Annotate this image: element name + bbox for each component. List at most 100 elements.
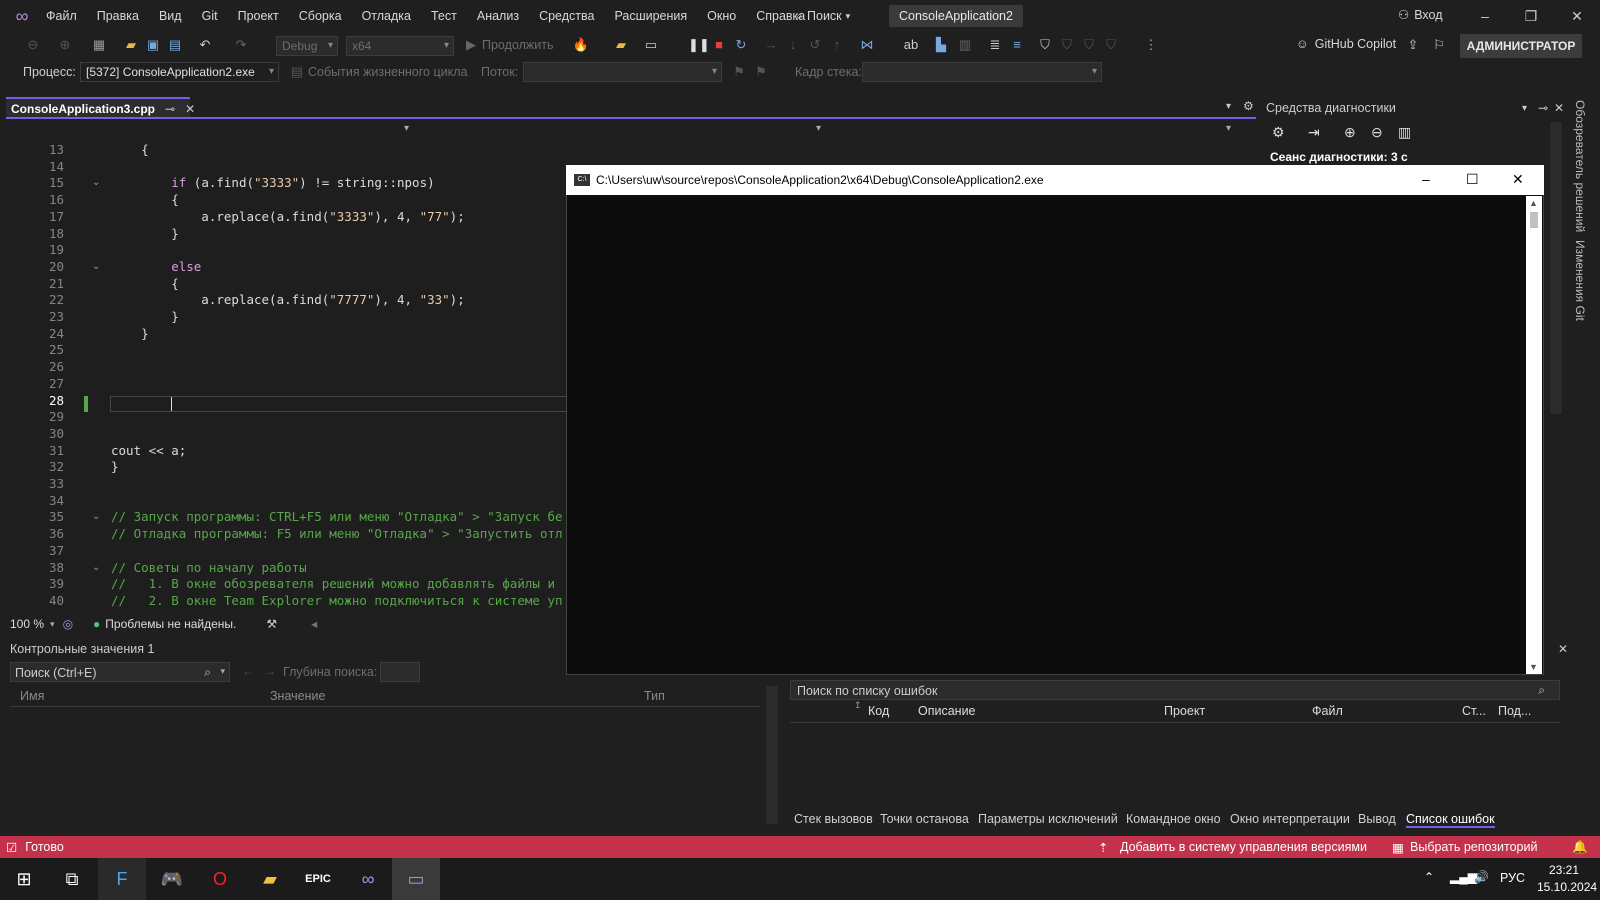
new-project-icon[interactable]: ▦ xyxy=(90,36,108,54)
tab-command-window[interactable]: Командное окно xyxy=(1126,812,1221,826)
feedback-icon[interactable]: ⚐ xyxy=(1430,36,1448,54)
diagnostics-icon[interactable]: ⋈ xyxy=(858,36,876,54)
hex-icon[interactable]: ab xyxy=(902,36,920,54)
step-into-icon[interactable]: ↓ xyxy=(784,36,802,54)
code-line[interactable]: { xyxy=(111,192,179,207)
open-folder-icon[interactable]: ▰ xyxy=(122,36,140,54)
code-line[interactable]: } xyxy=(111,309,179,324)
clock-time[interactable]: 23:21 xyxy=(1549,863,1579,877)
bookmark-next-icon[interactable]: ⛉ xyxy=(1080,36,1098,54)
language-indicator[interactable]: РУС xyxy=(1500,871,1525,885)
diagnostics-scrollbar[interactable] xyxy=(1550,122,1562,414)
code-line[interactable]: // Советы по началу работы xyxy=(111,560,307,575)
pin-icon[interactable]: ⊸ xyxy=(165,102,175,116)
step-out-icon[interactable]: ↑ xyxy=(828,36,846,54)
code-line[interactable]: a.replace(a.find("3333"), 4, "77"); xyxy=(111,209,464,224)
save-all-icon[interactable]: ▤ xyxy=(166,36,184,54)
pause-icon[interactable]: ❚❚ xyxy=(688,36,710,54)
code-line[interactable]: if (a.find("3333") != string::npos) xyxy=(111,175,434,190)
search-depth-dropdown[interactable] xyxy=(380,662,420,682)
tab-list-dropdown-icon[interactable]: ▾ xyxy=(1226,101,1231,112)
solution-explorer-tab[interactable]: Обозреватель решений xyxy=(1573,100,1587,232)
notification-icon[interactable]: 🔔 xyxy=(1572,840,1588,855)
watch-scrollbar[interactable] xyxy=(766,686,778,824)
diagnostics-menu-icon[interactable]: ▾ xyxy=(1522,103,1527,114)
restart-icon[interactable]: ↻ xyxy=(732,36,750,54)
zoom-dropdown-icon[interactable]: ▾ xyxy=(50,619,55,630)
git-changes-tab[interactable]: Изменения Git xyxy=(1573,240,1587,321)
code-line[interactable]: // 2. В окне Team Explorer можно подключ… xyxy=(111,593,563,608)
scroll-left-icon[interactable]: ◂ xyxy=(311,617,317,631)
gamepad-icon[interactable]: 🎮 xyxy=(148,858,196,900)
member-dropdown-icon[interactable]: ▾ xyxy=(816,123,821,134)
app-f-icon[interactable]: F xyxy=(98,858,146,900)
console-task-icon[interactable]: ▭ xyxy=(392,858,440,900)
bookmark-clear-icon[interactable]: ⛉ xyxy=(1102,36,1120,54)
sort-icon[interactable]: ↥ xyxy=(854,700,862,711)
save-icon[interactable]: ▣ xyxy=(144,36,162,54)
bookmark-icon[interactable]: ⛉ xyxy=(1036,36,1054,54)
close-panel-icon[interactable]: ✕ xyxy=(1554,101,1564,115)
volume-icon[interactable]: 🔊 xyxy=(1474,870,1489,884)
menu-window[interactable]: Окно xyxy=(697,0,746,32)
copilot-button[interactable]: ☺ GitHub Copilot xyxy=(1296,37,1396,51)
restore-button[interactable]: ❐ xyxy=(1508,0,1554,32)
scope-dropdown-icon[interactable]: ▾ xyxy=(404,123,409,134)
doc-tab-consoleapplication3[interactable]: ConsoleApplication3.cpp ⊸ ✕ xyxy=(6,97,195,117)
overflow-icon[interactable]: ⋮ xyxy=(1142,36,1160,54)
opera-icon[interactable]: O xyxy=(196,858,244,900)
config-dropdown[interactable]: Debug xyxy=(276,36,338,56)
back-icon[interactable]: ⊖ xyxy=(24,36,42,54)
menu-file[interactable]: Файл xyxy=(36,0,87,32)
nav-dropdown-icon[interactable]: ▾ xyxy=(1226,123,1231,134)
play-icon[interactable]: ▶ xyxy=(462,36,480,54)
visual-studio-icon[interactable]: ∞ xyxy=(344,858,392,900)
console-minimize-button[interactable]: – xyxy=(1422,171,1430,187)
clock-date[interactable]: 15.10.2024 xyxy=(1537,880,1597,894)
share-icon[interactable]: ⇪ xyxy=(1404,36,1422,54)
error-search-input[interactable]: Поиск по списку ошибок ⌕ xyxy=(790,680,1560,700)
task-view-icon[interactable]: ⧉ xyxy=(48,858,96,900)
scroll-down-icon[interactable]: ▼ xyxy=(1529,662,1538,672)
forward-icon[interactable]: ⊕ xyxy=(56,36,74,54)
console-window[interactable] xyxy=(566,165,1544,675)
menu-analyze[interactable]: Анализ xyxy=(467,0,529,32)
code-line[interactable]: cout << a; xyxy=(111,443,186,458)
process-dropdown[interactable]: [5372] ConsoleApplication2.exe xyxy=(80,62,279,82)
select-repo-button[interactable]: Выбрать репозиторий xyxy=(1410,840,1537,854)
tab-output[interactable]: Вывод xyxy=(1358,812,1396,826)
export-icon[interactable]: ⇥ xyxy=(1308,124,1320,141)
minimize-button[interactable]: – xyxy=(1462,0,1508,32)
thread-dropdown[interactable] xyxy=(523,62,722,82)
scroll-thumb[interactable] xyxy=(1530,212,1538,228)
flag-icon[interactable]: ⚑ xyxy=(730,63,748,81)
window-layout-icon[interactable]: ▭ xyxy=(642,36,660,54)
menu-edit[interactable]: Правка xyxy=(87,0,149,32)
menu-debug[interactable]: Отладка xyxy=(352,0,421,32)
redo-icon[interactable]: ↷ xyxy=(232,36,250,54)
threads-icon[interactable]: ▥ xyxy=(956,36,974,54)
tab-call-stack[interactable]: Стек вызовов xyxy=(794,812,873,826)
code-line[interactable]: // 1. В окне обозревателя решений можно … xyxy=(111,576,555,591)
menu-project[interactable]: Проект xyxy=(228,0,289,32)
tab-immediate-window[interactable]: Окно интерпретации xyxy=(1230,812,1350,826)
close-error-list-icon[interactable]: ✕ xyxy=(1558,642,1568,656)
hot-reload-icon[interactable]: 🔥 xyxy=(572,36,590,54)
console-scrollbar[interactable]: ▲ ▼ xyxy=(1526,196,1542,674)
settings-gear-icon[interactable]: ⚙ xyxy=(1243,99,1254,113)
fold-chevron-icon[interactable]: ⌄ xyxy=(92,511,100,522)
lifecycle-events[interactable]: События жизненного цикла xyxy=(308,65,467,79)
code-line[interactable]: } xyxy=(111,459,119,474)
pin-panel-icon[interactable]: ⊸ xyxy=(1538,101,1548,115)
breakpoint-icon[interactable]: ▙ xyxy=(932,36,950,54)
visual-studio-logo-icon[interactable]: ∞ xyxy=(10,5,34,27)
stack-frame-dropdown[interactable] xyxy=(862,62,1102,82)
folder-icon[interactable]: ▰ xyxy=(612,36,630,54)
forward-arrow-icon[interactable]: → xyxy=(264,664,276,678)
fold-chevron-icon[interactable]: ⌄ xyxy=(92,562,100,573)
network-icon[interactable]: ▂▄▆ xyxy=(1450,870,1477,884)
menu-git[interactable]: Git xyxy=(192,0,228,32)
outdent-icon[interactable]: ≣ xyxy=(986,36,1004,54)
platform-dropdown[interactable]: x64 xyxy=(346,36,454,56)
file-explorer-icon[interactable]: ▰ xyxy=(246,858,294,900)
